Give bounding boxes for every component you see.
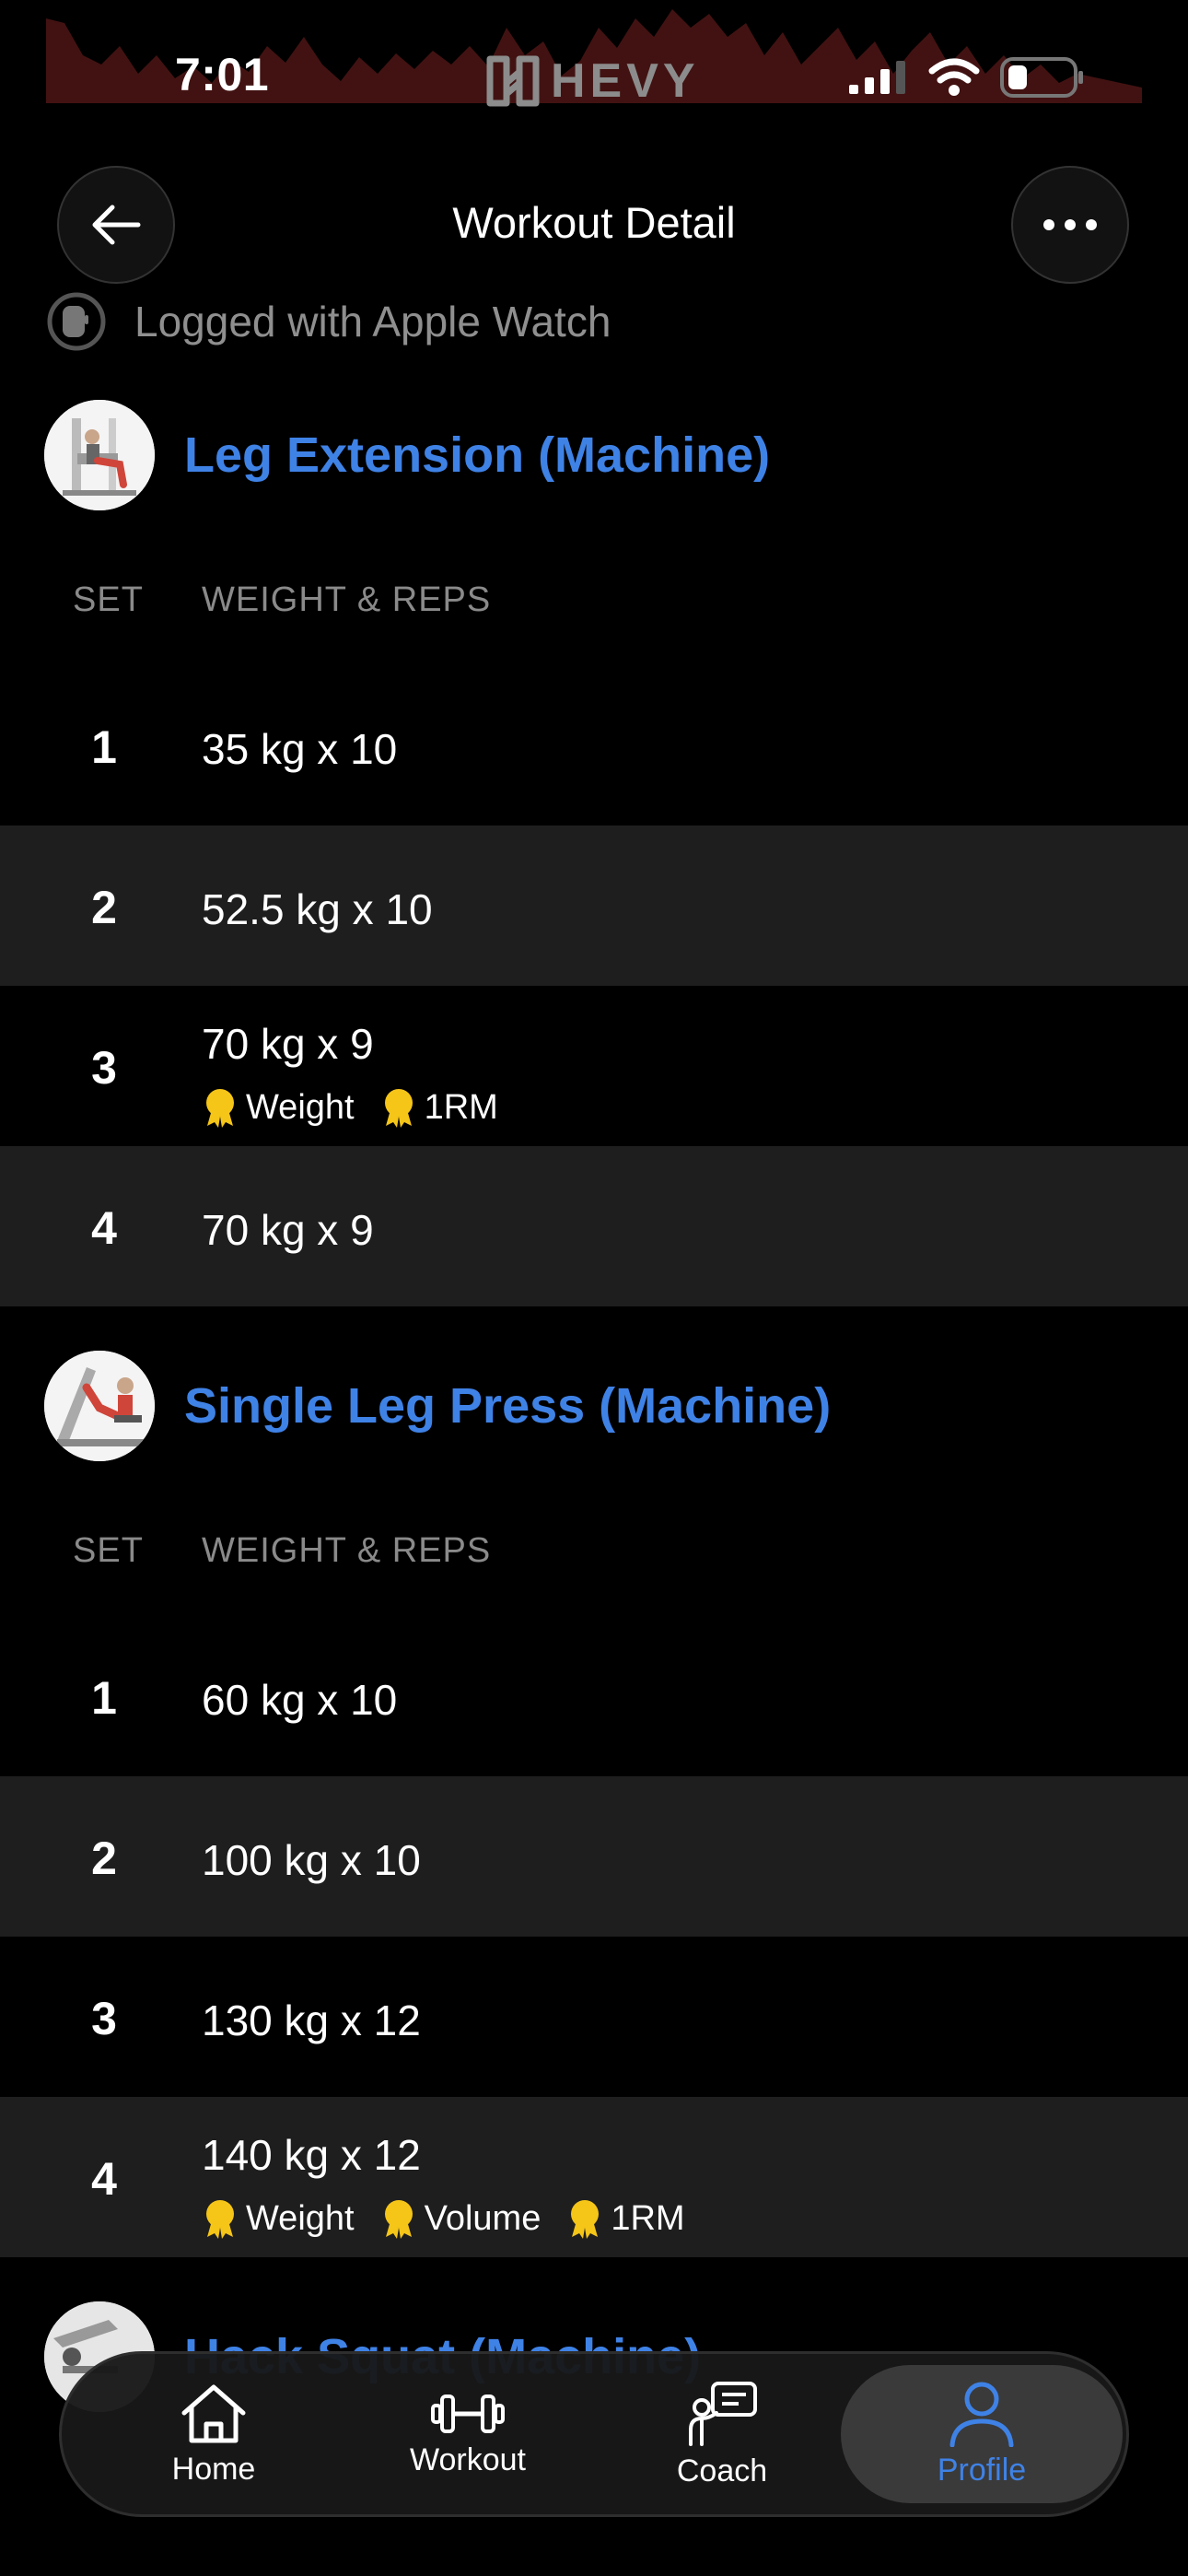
status-time: 7:01 [175, 49, 270, 100]
set-row: 1 60 kg x 10 [0, 1616, 1188, 1776]
set-weight-reps: 52.5 kg x 10 [202, 885, 433, 933]
column-header-set: SET [73, 580, 144, 619]
exercise-thumbnail [44, 400, 155, 510]
battery-icon [1000, 57, 1083, 98]
tab-bar: Home Workout Coach Profile [59, 2351, 1129, 2517]
set-row: 2 100 kg x 10 [0, 1776, 1188, 1937]
set-number: 2 [91, 882, 117, 933]
pr-badge-label: Weight [246, 2198, 355, 2238]
home-icon [181, 2384, 246, 2442]
set-row: 4 70 kg x 9 [0, 1146, 1188, 1306]
pr-badge-label: 1RM [424, 1087, 498, 1127]
exercise-header[interactable]: Leg Extension (Machine) [44, 400, 770, 510]
exercise-title[interactable]: Single Leg Press (Machine) [184, 1377, 831, 1434]
tab-label: Home [171, 2451, 256, 2487]
tab-coach[interactable]: Coach [598, 2365, 846, 2503]
medal-icon [206, 2200, 234, 2239]
app-logo-text: HEVY [551, 54, 700, 108]
set-row: 1 35 kg x 10 [0, 665, 1188, 825]
pr-badge: 1RM [380, 1087, 498, 1128]
app-logo: HEVY [484, 53, 700, 109]
ellipsis-icon [1043, 219, 1097, 230]
set-number: 1 [91, 1672, 117, 1724]
set-weight-reps: 70 kg x 9 [202, 1206, 374, 1254]
apple-watch-note: Logged with Apple Watch [46, 291, 611, 352]
tab-label: Coach [676, 2453, 768, 2488]
medal-icon [384, 1089, 413, 1128]
dumbbell-icon [431, 2394, 505, 2433]
leg-press-machine-icon [44, 1351, 155, 1461]
set-row: 3 70 kg x 9 Weight 1RM [0, 986, 1188, 1146]
medal-icon [384, 2200, 413, 2239]
tab-label: Workout [410, 2441, 526, 2477]
pr-badges: Weight Volume 1RM [202, 2198, 685, 2239]
set-number: 3 [91, 1993, 117, 2044]
coach-icon [689, 2381, 757, 2446]
set-number: 2 [91, 1832, 117, 1884]
page-title: Workout Detail [452, 198, 736, 247]
pr-badge-label: 1RM [611, 2198, 685, 2238]
pr-badge-label: Weight [246, 1087, 355, 1127]
set-weight-reps: 60 kg x 10 [202, 1676, 398, 1724]
hevy-logo-icon [486, 55, 540, 107]
set-weight-reps: 130 kg x 12 [202, 1996, 421, 2044]
pr-badges: Weight 1RM [202, 1087, 498, 1128]
cellular-signal-icon [849, 61, 905, 94]
set-weight-reps: 100 kg x 10 [202, 1836, 421, 1884]
apple-watch-icon [47, 292, 106, 351]
pr-badge: 1RM [566, 2198, 685, 2239]
set-number: 1 [91, 721, 117, 773]
set-number: 4 [91, 2153, 117, 2205]
medal-icon [571, 2200, 600, 2239]
tab-label: Profile [937, 2452, 1027, 2488]
medal-icon [206, 1089, 234, 1128]
profile-icon [949, 2382, 1014, 2447]
tab-home[interactable]: Home [89, 2365, 338, 2503]
column-header-weight-reps: WEIGHT & REPS [202, 1531, 492, 1570]
exercise-title[interactable]: Leg Extension (Machine) [184, 427, 770, 484]
exercise-header[interactable]: Single Leg Press (Machine) [44, 1351, 831, 1461]
leg-extension-machine-icon [44, 400, 155, 510]
column-header-weight-reps: WEIGHT & REPS [202, 580, 492, 619]
set-weight-reps: 140 kg x 12 [202, 2131, 421, 2179]
tab-workout[interactable]: Workout [344, 2365, 592, 2503]
set-number: 3 [91, 1042, 117, 1094]
set-weight-reps: 35 kg x 10 [202, 725, 398, 773]
pr-badge: Volume [380, 2198, 542, 2239]
apple-watch-text: Logged with Apple Watch [134, 298, 611, 345]
set-row: 3 130 kg x 12 [0, 1937, 1188, 2097]
exercise-thumbnail [44, 1351, 155, 1461]
set-row: 2 52.5 kg x 10 [0, 825, 1188, 986]
more-options-button[interactable] [1011, 166, 1129, 284]
set-weight-reps: 70 kg x 9 [202, 1020, 374, 1068]
pr-badge: Weight [202, 2198, 355, 2239]
pr-badge-label: Volume [424, 2198, 542, 2238]
status-icons [849, 57, 1085, 98]
column-header-set: SET [73, 1531, 144, 1570]
set-number: 4 [91, 1202, 117, 1254]
tab-profile[interactable]: Profile [841, 2365, 1123, 2503]
pr-badge: Weight [202, 1087, 355, 1128]
wifi-icon [928, 58, 980, 96]
set-row: 4 140 kg x 12 Weight Volume 1RM [0, 2097, 1188, 2257]
